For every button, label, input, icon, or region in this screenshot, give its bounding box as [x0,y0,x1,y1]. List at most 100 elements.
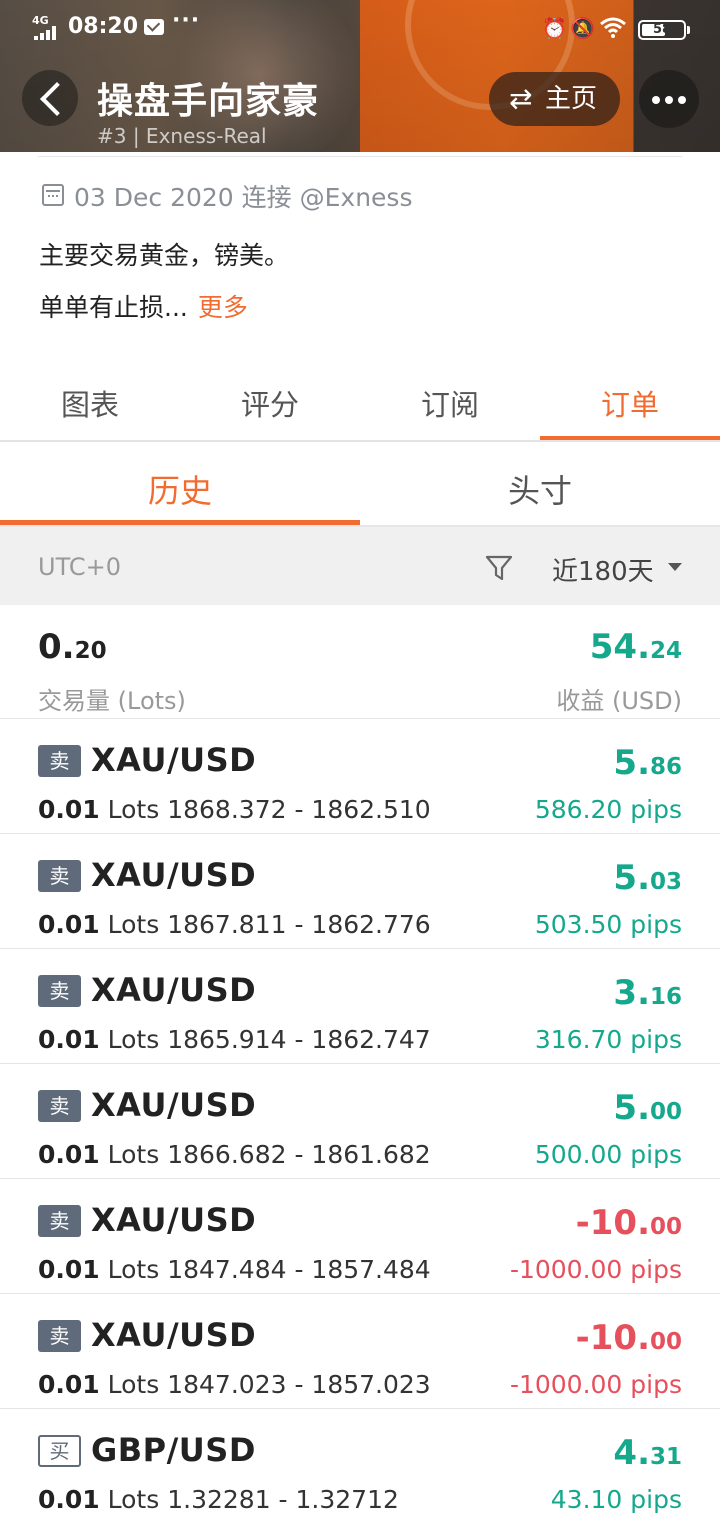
profit-label: 收益 (USD) [556,687,682,715]
volume-label: 交易量 (Lots) [38,687,186,715]
order-pips: -1000.00 pips [509,1255,682,1284]
more-options-button[interactable] [639,70,699,128]
order-detail: 0.01 Lots 1868.372 - 1862.510 [38,795,431,824]
order-symbol: GBP/USD [91,1431,256,1469]
subtab-positions[interactable]: 头寸 [360,466,720,512]
order-subtabs: 历史 头寸 [0,442,720,528]
order-row[interactable]: 卖 XAU/USD 0.01 Lots 1847.023 - 1857.023 -10… [0,1294,720,1409]
order-lots: 0.01 [38,795,100,824]
divider [38,156,682,157]
order-prices: 1867.811 - 1862.776 [167,910,431,939]
order-lots: 0.01 [38,910,100,939]
order-row[interactable]: 买 GBP/USD 0.01 Lots 1.32281 - 1.32712 4.31 4… [0,1409,720,1520]
account-subtitle: #3 | Exness-Real [97,124,267,148]
lots-unit: Lots [107,910,160,939]
total-profit: 54.24 [589,627,682,667]
side-badge: 卖 [38,975,81,1007]
order-profit: -10.00 [575,1318,682,1358]
filter-bar: UTC+0 近180天 [0,527,720,605]
order-pips: 503.50 pips [534,910,682,939]
home-button-label: 主页 [545,84,598,114]
wifi-icon [600,16,626,43]
order-profit: 5.86 [613,743,682,783]
tab-rating[interactable]: 评分 [180,382,360,424]
tab-subscribe[interactable]: 订阅 [360,382,540,424]
order-prices: 1847.484 - 1857.484 [167,1255,431,1284]
battery-icon: 58 [638,20,690,40]
order-symbol: XAU/USD [91,741,257,779]
order-profit: -10.00 [575,1203,682,1243]
order-detail: 0.01 Lots 1866.682 - 1861.682 [38,1140,431,1169]
order-pips: 316.70 pips [534,1025,682,1054]
clock: 08:20 [68,14,139,39]
order-lots: 0.01 [38,1370,100,1399]
back-button[interactable] [22,70,78,126]
side-badge: 卖 [38,860,81,892]
order-row[interactable]: 卖 XAU/USD 0.01 Lots 1867.811 - 1862.776 5.0… [0,834,720,949]
mute-bell-icon: 🔕 [570,16,595,40]
funnel-icon[interactable] [484,553,514,583]
order-pips: -1000.00 pips [509,1370,682,1399]
total-volume: 0.20 [38,627,107,667]
tab-chart[interactable]: 图表 [0,382,180,424]
strategy-description: 主要交易黄金，镑美。 [39,241,290,270]
period-select[interactable]: 近180天 [552,551,654,588]
order-symbol: XAU/USD [91,971,257,1009]
tab-indicator [540,436,720,440]
order-prices: 1865.914 - 1862.747 [167,1025,431,1054]
more-notifications-icon: ··· [172,8,201,33]
tab-orders[interactable]: 订单 [540,382,720,424]
order-lots: 0.01 [38,1255,100,1284]
order-lots: 0.01 [38,1025,100,1054]
order-prices: 1.32281 - 1.32712 [167,1485,399,1514]
order-list: 卖 XAU/USD 0.01 Lots 1868.372 - 1862.510 5.8… [0,719,720,1520]
order-detail: 0.01 Lots 1.32281 - 1.32712 [38,1485,399,1514]
order-prices: 1847.023 - 1857.023 [167,1370,431,1399]
main-tabs: 图表 评分 订阅 订单 [0,360,720,442]
order-symbol: XAU/USD [91,1316,257,1354]
order-prices: 1866.682 - 1861.682 [167,1140,431,1169]
alarm-icon: ⏰ [542,16,567,40]
order-detail: 0.01 Lots 1867.811 - 1862.776 [38,910,431,939]
caret-down-icon[interactable] [668,563,682,571]
order-lots: 0.01 [38,1485,100,1514]
order-row[interactable]: 卖 XAU/USD 0.01 Lots 1847.484 - 1857.484 -10… [0,1179,720,1294]
lots-unit: Lots [107,1485,160,1514]
profile-header: 4G 08:20 ··· ⏰ 🔕 58 操盘手向家豪 #3 | Exness-R… [0,0,720,152]
order-lots: 0.01 [38,1140,100,1169]
lots-unit: Lots [107,1140,160,1169]
order-row[interactable]: 卖 XAU/USD 0.01 Lots 1866.682 - 1861.682 5.0… [0,1064,720,1179]
strategy-description-line2: 单单有止损... 更多 [39,293,248,322]
side-badge: 卖 [38,745,81,777]
more-link[interactable]: 更多 [198,293,248,322]
order-detail: 0.01 Lots 1847.484 - 1857.484 [38,1255,431,1284]
swap-arrows-icon: ⇄ [509,82,533,115]
summary: 0.20 交易量 (Lots) 54.24 收益 (USD) [0,605,720,719]
timezone-label: UTC+0 [38,553,121,581]
order-symbol: XAU/USD [91,1201,257,1239]
order-profit: 3.16 [613,973,682,1013]
notification-icon [144,19,164,35]
order-prices: 1868.372 - 1862.510 [167,795,431,824]
order-detail: 0.01 Lots 1847.023 - 1857.023 [38,1370,431,1399]
lots-unit: Lots [107,1255,160,1284]
lots-unit: Lots [107,795,160,824]
order-profit: 5.03 [613,858,682,898]
order-pips: 500.00 pips [534,1140,682,1169]
connected-since: 03 Dec 2020 连接 @Exness [74,183,413,212]
order-pips: 586.20 pips [534,795,682,824]
order-symbol: XAU/USD [91,856,257,894]
side-badge: 买 [38,1435,81,1467]
subtab-history[interactable]: 历史 [0,466,360,512]
order-profit: 4.31 [613,1433,682,1473]
order-symbol: XAU/USD [91,1086,257,1124]
home-button[interactable]: ⇄ 主页 [489,72,620,126]
status-bar: 4G 08:20 ··· ⏰ 🔕 58 [0,8,720,48]
calendar-icon [42,184,64,206]
order-row[interactable]: 卖 XAU/USD 0.01 Lots 1865.914 - 1862.747 3.1… [0,949,720,1064]
order-row[interactable]: 卖 XAU/USD 0.01 Lots 1868.372 - 1862.510 5.8… [0,719,720,834]
battery-level: 58 [652,22,672,37]
lots-unit: Lots [107,1370,160,1399]
side-badge: 卖 [38,1205,81,1237]
order-pips: 43.10 pips [550,1485,682,1514]
